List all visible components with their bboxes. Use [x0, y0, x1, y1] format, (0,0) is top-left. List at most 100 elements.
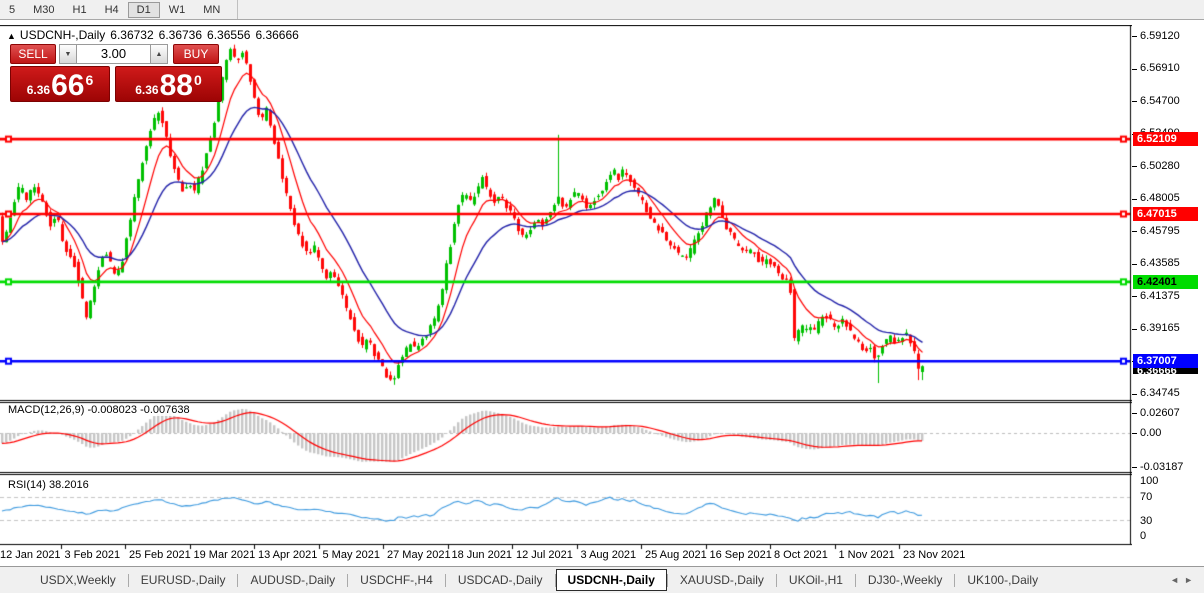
tabs-scroll-left-icon[interactable]: ◄: [1170, 575, 1184, 585]
buy-price-button[interactable]: 6.36880: [115, 66, 222, 102]
price-tick-mark: [1132, 69, 1137, 70]
collapse-panel-icon[interactable]: ▲: [7, 31, 16, 41]
sell-price-button[interactable]: 6.36666: [10, 66, 110, 102]
date-label: 23 Nov 2021: [903, 549, 965, 561]
date-label: 25 Feb 2021: [129, 549, 191, 561]
timeframe-button-d1[interactable]: D1: [128, 2, 160, 18]
price-tick-mark: [1132, 296, 1137, 297]
date-label: 25 Aug 2021: [645, 549, 707, 561]
mt4-window: 5M30H1H4D1W1MN ▲ USDCNH-,Daily 6.36732 6.36…: [0, 0, 1204, 593]
price-tick-mark: [1132, 329, 1137, 330]
timeframe-button-h4[interactable]: H4: [96, 2, 128, 18]
price-tick-label: 6.54700: [1140, 95, 1180, 108]
date-label: 12 Jul 2021: [516, 549, 573, 561]
macd-tick-mark: [1132, 413, 1137, 414]
tab-ukoilh1[interactable]: UKOil-,H1: [777, 569, 855, 591]
date-label: 13 Apr 2021: [258, 549, 317, 561]
date-axis: 12 Jan 2021 3 Feb 2021 25 Feb 202119 Mar 2…: [0, 549, 1131, 565]
timeframe-button-mn[interactable]: MN: [194, 2, 229, 18]
price-tick-label: 6.56910: [1140, 62, 1180, 75]
sell-price-prefix: 6.36: [27, 83, 50, 97]
symbol-name: USDCNH-,Daily: [20, 28, 105, 42]
price-axis: 6.591206.569106.547006.524906.502806.480…: [1132, 25, 1204, 571]
price-tick-label: 6.50280: [1140, 160, 1180, 173]
tab-eurusddaily[interactable]: EURUSD-,Daily: [129, 569, 238, 591]
price-tick-label: 6.45795: [1140, 225, 1180, 238]
price-tick-label: 6.59120: [1140, 30, 1180, 43]
rsi-axis-label: 100: [1140, 475, 1158, 488]
date-label: 3 Feb 2021: [65, 549, 121, 561]
price-tick-label: 6.41375: [1140, 290, 1180, 303]
date-label: 16 Sep 2021: [710, 549, 772, 561]
date-label: 27 May 2021: [387, 549, 451, 561]
price-chart-canvas[interactable]: [0, 25, 1132, 571]
buy-button[interactable]: BUY: [173, 44, 219, 64]
volume-decrease-button[interactable]: ▼: [59, 44, 77, 64]
buy-price-big: 88: [160, 72, 193, 100]
volume-increase-button[interactable]: ▲: [150, 44, 168, 64]
volume-input[interactable]: 3.00: [77, 44, 150, 64]
price-tick-mark: [1132, 394, 1137, 395]
ohlc-low: 6.36556: [207, 28, 250, 42]
date-label: 18 Jun 2021: [452, 549, 513, 561]
tab-usdchfh4[interactable]: USDCHF-,H4: [348, 569, 445, 591]
tab-dj30weekly[interactable]: DJ30-,Weekly: [856, 569, 954, 591]
sell-price-big: 66: [51, 72, 84, 100]
macd-indicator-label: MACD(12,26,9) -0.008023 -0.007638: [6, 404, 192, 416]
macd-axis-label: 0.00: [1140, 427, 1161, 440]
timeframe-button-w1[interactable]: W1: [160, 2, 195, 18]
price-tick-label: 6.48005: [1140, 192, 1180, 205]
date-label: 12 Jan 2021: [0, 549, 61, 561]
tab-usdcaddaily[interactable]: USDCAD-,Daily: [446, 569, 555, 591]
price-tick-mark: [1132, 36, 1137, 37]
ohlc-high: 6.36736: [159, 28, 202, 42]
timeframe-button-h1[interactable]: H1: [64, 2, 96, 18]
hline-price-label-2: 6.42401: [1133, 275, 1198, 289]
ohlc-close: 6.36666: [255, 28, 298, 42]
rsi-axis-label: 70: [1140, 491, 1152, 504]
timeframe-toolbar: 5M30H1H4D1W1MN: [0, 0, 1204, 20]
price-tick-label: 6.34745: [1140, 387, 1180, 400]
price-tick-mark: [1132, 264, 1137, 265]
one-click-trading-panel: SELL ▼ 3.00 ▲ BUY 6.36666 6.36880: [10, 44, 222, 102]
date-label: 8 Oct 2021: [774, 549, 828, 561]
tab-usdcnhdaily[interactable]: USDCNH-,Daily: [556, 569, 667, 591]
tabs-scroll-right-icon[interactable]: ►: [1184, 575, 1198, 585]
chevron-down-icon: ▼: [65, 51, 72, 58]
date-label: 3 Aug 2021: [581, 549, 637, 561]
chevron-up-icon: ▲: [156, 51, 163, 58]
macd-axis-label: -0.03187: [1140, 461, 1183, 474]
buy-price-prefix: 6.36: [135, 83, 158, 97]
sell-price-sup: 6: [85, 72, 93, 88]
date-label: 19 Mar 2021: [194, 549, 256, 561]
tab-uk100daily[interactable]: UK100-,Daily: [955, 569, 1050, 591]
ohlc-open: 6.36732: [110, 28, 153, 42]
date-label: 1 Nov 2021: [839, 549, 895, 561]
timeframe-button-5[interactable]: 5: [0, 2, 24, 18]
price-tick-mark: [1132, 199, 1137, 200]
timeframe-button-m30[interactable]: M30: [24, 2, 63, 18]
rsi-axis-label: 0: [1140, 530, 1146, 543]
chart-tab-bar: USDX,WeeklyEURUSD-,DailyAUDUSD-,DailyUSD…: [0, 566, 1204, 593]
hline-price-label-1: 6.47015: [1133, 207, 1198, 221]
price-tick-label: 6.43585: [1140, 257, 1180, 270]
date-label: 5 May 2021: [323, 549, 380, 561]
price-tick-mark: [1132, 231, 1137, 232]
hline-price-label-3: 6.37007: [1133, 354, 1198, 368]
tab-usdxweekly[interactable]: USDX,Weekly: [28, 569, 128, 591]
macd-tick-mark: [1132, 433, 1137, 434]
tab-xauusddaily[interactable]: XAUUSD-,Daily: [668, 569, 776, 591]
price-tick-mark: [1132, 166, 1137, 167]
macd-tick-mark: [1132, 467, 1137, 468]
macd-axis-label: 0.02607: [1140, 407, 1180, 420]
tab-scroll-buttons: ◄►: [1170, 575, 1198, 585]
hline-price-label-0: 6.52109: [1133, 132, 1198, 146]
tab-audusddaily[interactable]: AUDUSD-,Daily: [238, 569, 347, 591]
toolbar-separator: [237, 0, 238, 19]
chart-symbol-header: ▲ USDCNH-,Daily 6.36732 6.36736 6.36556 6.366…: [7, 28, 304, 42]
sell-button[interactable]: SELL: [10, 44, 56, 64]
price-tick-label: 6.39165: [1140, 322, 1180, 335]
price-tick-mark: [1132, 101, 1137, 102]
rsi-axis-label: 30: [1140, 515, 1152, 528]
buy-price-sup: 0: [194, 72, 202, 88]
